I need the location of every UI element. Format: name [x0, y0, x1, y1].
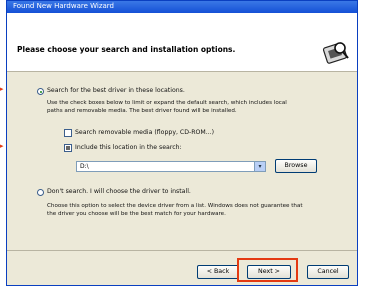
removable-media-label: Search removable media (floppy, CD-ROM..… [75, 129, 215, 136]
page-heading: Please choose your search and installati… [17, 45, 236, 54]
search-description-line1: Use the check boxes below to limit or ex… [47, 100, 287, 106]
title-bar: Found New Hardware Wizard [7, 1, 357, 13]
search-best-driver-label: Search for the best driver in these loca… [47, 87, 185, 94]
window-title: Found New Hardware Wizard [13, 2, 114, 10]
dont-search-label: Don't search. I will choose the driver t… [47, 188, 191, 195]
cancel-button[interactable]: Cancel [307, 265, 349, 279]
pointer-arrow-icon: ▸ [0, 142, 4, 150]
include-location-label: Include this location in the search: [75, 144, 182, 151]
back-button[interactable]: < Back [197, 265, 239, 279]
dont-search-radio[interactable] [37, 189, 44, 196]
wizard-window: Found New Hardware Wizard Please choose … [6, 0, 358, 286]
wizard-header: Please choose your search and installati… [7, 13, 357, 72]
footer-divider [7, 250, 357, 251]
search-best-driver-radio[interactable] [37, 88, 44, 95]
manual-description-line2: the driver you choose will be the best m… [47, 211, 226, 217]
location-value: D:\ [80, 163, 89, 170]
include-location-checkbox[interactable] [64, 144, 72, 152]
chevron-down-icon[interactable]: ▾ [254, 162, 265, 171]
location-combobox[interactable]: D:\ ▾ [76, 161, 266, 172]
removable-media-checkbox[interactable] [64, 129, 72, 137]
browse-button[interactable]: Browse [275, 159, 317, 173]
pointer-arrow-icon: ▸ [0, 85, 4, 93]
manual-description-line1: Choose this option to select the device … [47, 203, 303, 209]
next-button-highlight [237, 258, 298, 282]
search-description-line2: paths and removable media. The best driv… [47, 108, 237, 114]
hardware-search-icon [322, 42, 349, 64]
